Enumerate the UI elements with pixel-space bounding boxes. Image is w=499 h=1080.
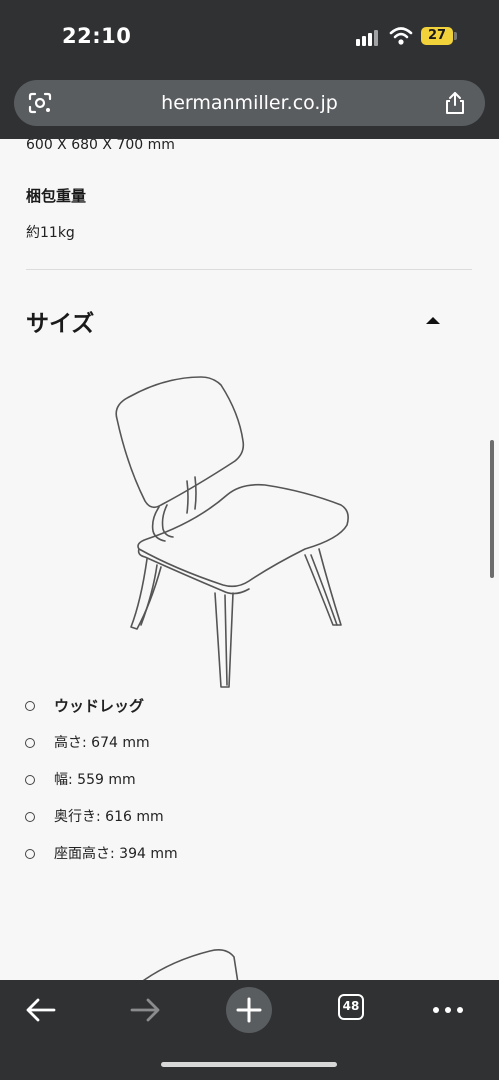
size-list: ウッドレッグ 高さ: 674 mm 幅: 559 mm 奥行き: 616 mm … [0, 692, 499, 877]
home-indicator[interactable] [161, 1062, 337, 1067]
chair-diagram [115, 376, 349, 688]
package-weight-label: 梱包重量 [26, 187, 87, 205]
battery-level: 27 [427, 28, 447, 43]
size-section-title[interactable]: サイズ [26, 304, 94, 338]
more-icon[interactable] [423, 988, 473, 1032]
bottom-toolbar: 48 [0, 980, 499, 1080]
list-item: ウッドレッグ [0, 692, 499, 729]
status-time: 22:10 [62, 24, 132, 48]
url-bar[interactable]: hermanmiller.co.jp [14, 80, 485, 126]
bullet-circle-icon [25, 812, 35, 822]
page-content: 600 X 680 X 700 mm 梱包重量 約11kg サイズ ウッドレッグ [0, 139, 499, 980]
bullet-circle-icon [25, 849, 35, 859]
size-item-text: 奥行き: 616 mm [54, 809, 164, 825]
list-item: 高さ: 674 mm [0, 729, 499, 766]
plus-icon [236, 997, 262, 1023]
back-arrow-icon[interactable] [16, 988, 66, 1032]
bullet-circle-icon [25, 701, 35, 711]
url-text[interactable]: hermanmiller.co.jp [14, 80, 485, 126]
list-item: 座面高さ: 394 mm [0, 840, 499, 877]
new-tab-button[interactable] [226, 987, 272, 1033]
battery-nub [454, 32, 457, 40]
share-icon[interactable] [442, 90, 468, 116]
package-weight-value: 約11kg [26, 225, 75, 241]
bullet-circle-icon [25, 775, 35, 785]
size-item-text: ウッドレッグ [54, 697, 145, 715]
size-item-text: 座面高さ: 394 mm [54, 846, 178, 862]
size-item-text: 幅: 559 mm [54, 772, 136, 788]
section-divider [26, 269, 472, 270]
forward-arrow-icon[interactable] [120, 988, 170, 1032]
battery-icon: 27 [421, 27, 453, 45]
package-dimensions: 600 X 680 X 700 mm [26, 139, 175, 153]
list-item: 幅: 559 mm [0, 766, 499, 803]
collapse-caret-icon[interactable] [420, 309, 446, 331]
wifi-icon [389, 27, 413, 45]
size-item-text: 高さ: 674 mm [54, 735, 150, 751]
tabs-icon[interactable]: 48 [338, 994, 364, 1020]
chair-diagram-partial [142, 949, 239, 980]
scrollbar[interactable] [490, 440, 494, 578]
signal-icon [356, 28, 380, 46]
top-chrome: 22:10 27 hermanmiller.co.jp [0, 0, 499, 139]
list-item: 奥行き: 616 mm [0, 803, 499, 840]
bullet-circle-icon [25, 738, 35, 748]
